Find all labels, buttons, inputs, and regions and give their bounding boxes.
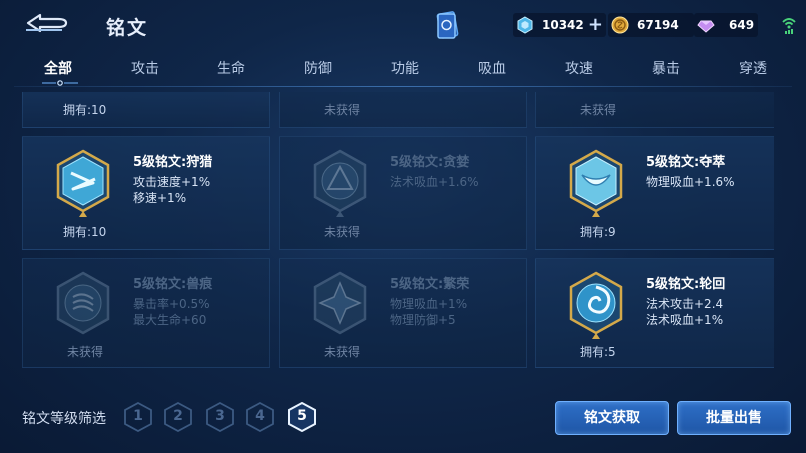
rune-greed-icon: [313, 149, 367, 217]
rune-hunting-icon: [56, 149, 110, 217]
rune-card-beastmark[interactable]: 5级铭文:兽痕 暴击率+0.5% 最大生命+60 未获得: [22, 258, 270, 368]
rune-card-icon[interactable]: [434, 10, 460, 40]
level-filter-label: 铭文等级筛选: [22, 411, 106, 427]
tab-crit[interactable]: 暴击: [652, 58, 680, 78]
tab-divider: [14, 86, 792, 87]
gem-currency: 649: [694, 13, 758, 37]
rune-card-greed[interactable]: 5级铭文:贪婪 法术吸血+1.6% 未获得: [279, 136, 527, 250]
back-arrow-icon[interactable]: [22, 10, 70, 36]
gold-currency: 67194: [608, 13, 694, 37]
tab-lifesteal[interactable]: 吸血: [478, 58, 506, 78]
level-filter-1[interactable]: 1: [124, 402, 152, 432]
rune-reincarnation-icon: [569, 271, 623, 339]
rune-card-hunting[interactable]: 5级铭文:狩猎 攻击速度+1% 移速+1% 拥有:10: [22, 136, 270, 250]
rune-card-prosperity[interactable]: 5级铭文:繁荣 物理吸血+1% 物理防御+5 未获得: [279, 258, 527, 368]
obtain-rune-button[interactable]: 铭文获取: [555, 401, 669, 435]
ticket-icon: [517, 16, 533, 34]
top-bar: 铭文 10342 + 67194 649: [0, 0, 806, 50]
page-title: 铭文: [106, 17, 149, 39]
rune-card[interactable]: 未获得: [279, 92, 527, 128]
rune-card-reincarnation[interactable]: 5级铭文:轮回 法术攻击+2.4 法术吸血+1% 拥有:5: [535, 258, 774, 368]
rune-prosperity-icon: [313, 271, 367, 335]
level-filter-3[interactable]: 3: [206, 402, 234, 432]
gold-coin-icon: [611, 16, 629, 34]
category-tabs: 全部 攻击 生命 防御 功能 吸血 攻速 暴击 穿透: [0, 50, 806, 88]
rune-beastmark-icon: [56, 271, 110, 335]
bulk-sell-button[interactable]: 批量出售: [677, 401, 791, 435]
tab-defense[interactable]: 防御: [304, 58, 332, 78]
wifi-signal-icon: [782, 18, 796, 34]
level-filter-5[interactable]: 5: [288, 402, 316, 432]
rune-card-plunder[interactable]: 5级铭文:夺萃 物理吸血+1.6% 拥有:9: [535, 136, 774, 250]
rune-card[interactable]: 未获得: [535, 92, 774, 128]
tab-attack-speed[interactable]: 攻速: [565, 58, 593, 78]
level-filter-4[interactable]: 4: [246, 402, 274, 432]
tab-penetration[interactable]: 穿透: [739, 58, 767, 78]
add-ticket-button[interactable]: +: [588, 15, 603, 35]
ticket-currency: 10342 +: [513, 13, 606, 37]
tab-utility[interactable]: 功能: [391, 58, 419, 78]
level-filter-2[interactable]: 2: [164, 402, 192, 432]
rune-grid: 拥有:10 未获得 未获得 5级铭文:狩猎 攻击速度+1% 移速+1% 拥有:1…: [22, 92, 774, 368]
tab-attack[interactable]: 攻击: [131, 58, 159, 78]
rune-card[interactable]: 拥有:10: [22, 92, 270, 128]
tab-all[interactable]: 全部: [44, 58, 72, 78]
rune-plunder-icon: [569, 149, 623, 217]
gem-icon: [697, 20, 715, 33]
tab-health[interactable]: 生命: [217, 58, 245, 78]
